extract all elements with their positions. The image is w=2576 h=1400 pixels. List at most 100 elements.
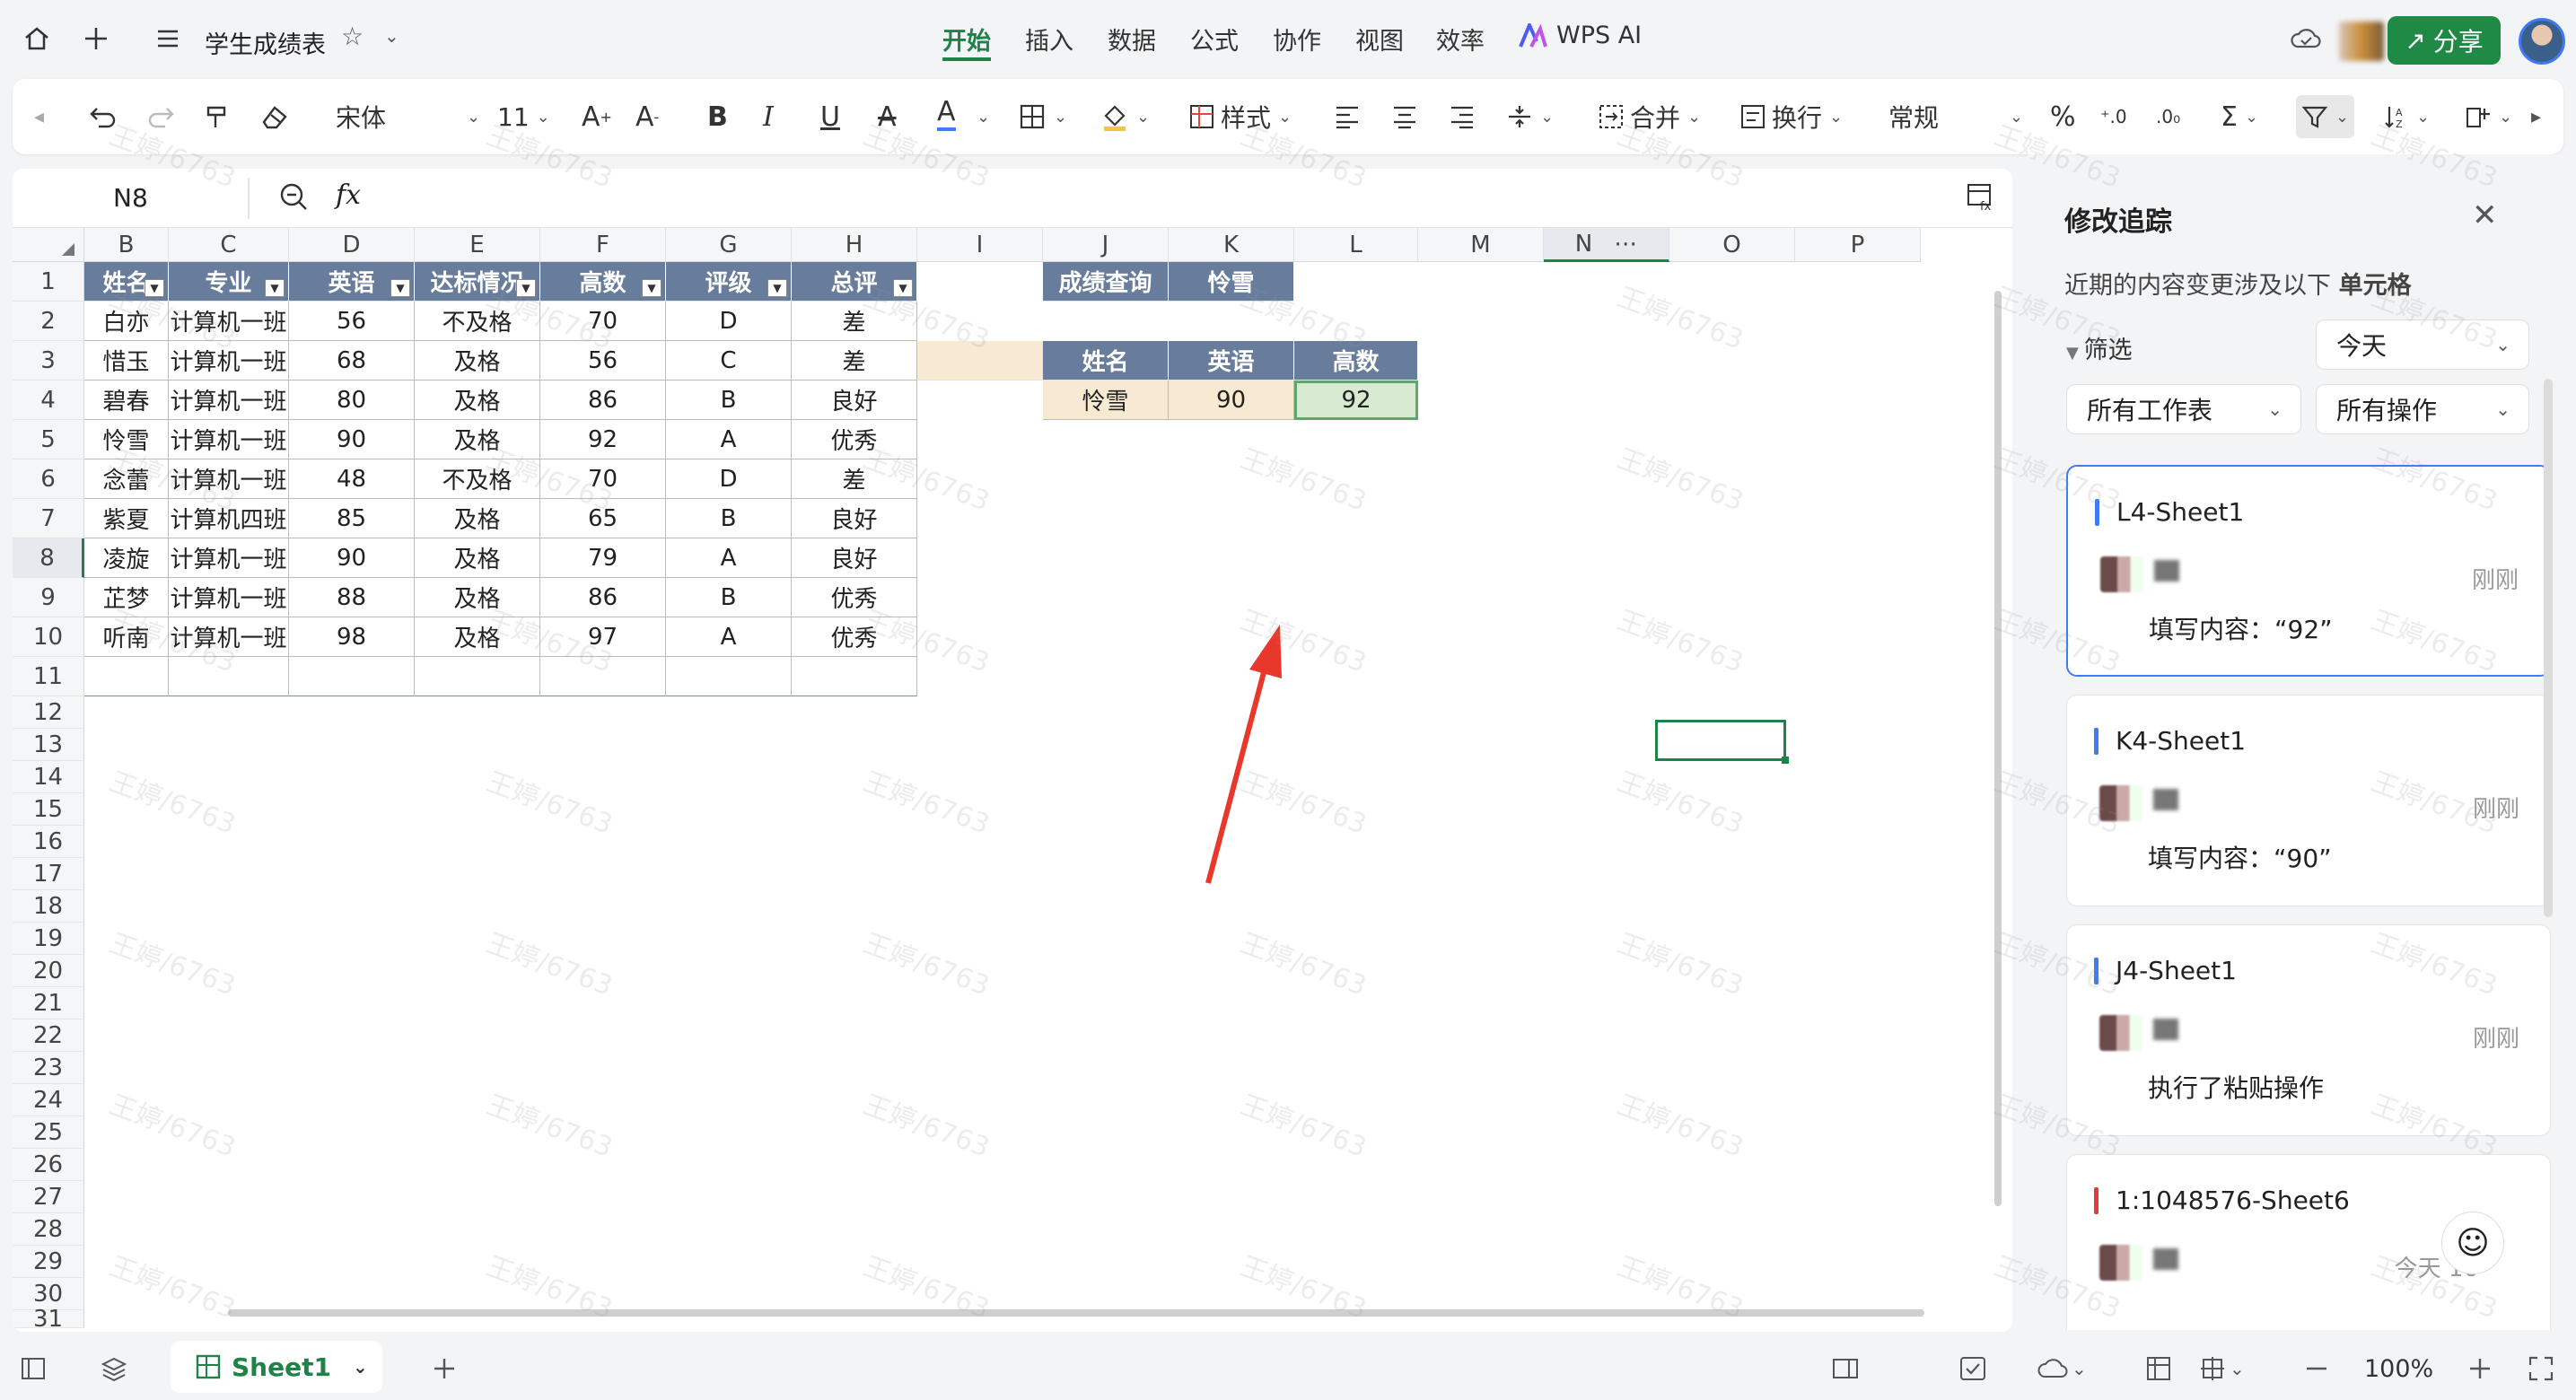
column-header-b[interactable]: B — [84, 228, 169, 262]
cell-reference-box[interactable]: N8 — [113, 183, 148, 213]
table-header-cell[interactable]: 总评 ▼ — [792, 262, 917, 302]
table-cell[interactable]: 差 — [792, 341, 917, 381]
table-cell[interactable] — [540, 657, 666, 696]
table-cell[interactable]: 计算机四班 — [169, 499, 289, 538]
table-cell[interactable]: 及格 — [415, 420, 540, 459]
row-header-23[interactable]: 23 — [13, 1052, 84, 1084]
eraser-icon[interactable] — [258, 95, 289, 138]
table-cell[interactable]: 计算机一班 — [169, 578, 289, 617]
table-cell[interactable]: 70 — [540, 302, 666, 341]
table-header-cell[interactable]: 专业 ▼ — [169, 262, 289, 302]
font-family-select[interactable]: 宋体 ⌄ — [336, 95, 480, 138]
filter-dropdown-icon[interactable]: ▼ — [265, 279, 285, 297]
row-header-13[interactable]: 13 — [13, 729, 84, 761]
column-header-m[interactable]: M — [1418, 228, 1544, 262]
menu-view[interactable]: 视图 — [1355, 22, 1404, 57]
table-cell[interactable]: D — [666, 302, 792, 341]
sheet-filter-select[interactable]: 所有工作表 ⌄ — [2066, 384, 2301, 434]
table-cell[interactable]: 凌旋 — [84, 538, 169, 578]
column-menu-icon[interactable]: ⋯ — [1614, 231, 1637, 258]
row-header-11[interactable]: 11 — [13, 657, 84, 696]
row-header-26[interactable]: 26 — [13, 1149, 84, 1181]
column-header-i[interactable]: I — [917, 228, 1043, 262]
column-header-e[interactable]: E — [415, 228, 540, 262]
table-cell[interactable]: A — [666, 538, 792, 578]
decrease-decimal-icon[interactable]: .0₀ — [2156, 95, 2180, 138]
table-cell[interactable]: 良好 — [792, 538, 917, 578]
cell-grid[interactable]: B C D E F G H I J K L M N ⋯ O P 1 2 3 4 5 6 7 8 9 10 11 12 13 14 15 16… — [13, 228, 2012, 1332]
align-right-icon[interactable] — [1449, 95, 1476, 138]
table-cell[interactable]: B — [666, 381, 792, 420]
sheet-tab-sheet1[interactable]: Sheet1 ⌄ — [171, 1341, 382, 1393]
table-cell[interactable]: 及格 — [415, 499, 540, 538]
table-cell[interactable]: 85 — [289, 499, 415, 538]
table-cell[interactable]: A — [666, 420, 792, 459]
filter-dropdown-icon[interactable]: ▼ — [642, 279, 662, 297]
format-painter-icon[interactable] — [203, 95, 233, 138]
change-card[interactable]: L4-Sheet1 刚刚 填写内容：“92” — [2066, 465, 2551, 677]
table-cell[interactable]: 及格 — [415, 341, 540, 381]
table-cell[interactable]: 计算机一班 — [169, 617, 289, 657]
menu-home[interactable]: 开始 — [942, 22, 991, 57]
select-all-corner[interactable] — [13, 228, 84, 262]
table-cell[interactable] — [666, 657, 792, 696]
table-cell[interactable]: 计算机一班 — [169, 341, 289, 381]
query-header-cell[interactable]: 英语 — [1169, 341, 1294, 381]
function-icon[interactable]: fx — [336, 179, 361, 211]
vertical-align-icon[interactable]: ⌄ — [1506, 95, 1554, 138]
row-header-12[interactable]: 12 — [13, 696, 84, 729]
page-layout-icon[interactable] — [2145, 1348, 2172, 1389]
row-header-14[interactable]: 14 — [13, 761, 84, 793]
close-icon[interactable]: ✕ — [2472, 197, 2498, 233]
selected-cell-n8[interactable] — [1655, 720, 1789, 764]
query-result-cell[interactable]: 90 — [1169, 381, 1294, 420]
filter-icon[interactable]: ⌄ — [2296, 95, 2355, 138]
add-sheet-icon[interactable] — [431, 1348, 458, 1389]
sum-icon[interactable]: Σ ⌄ — [2221, 95, 2258, 138]
table-cell[interactable]: 80 — [289, 381, 415, 420]
filter-dropdown-icon[interactable]: ▼ — [145, 279, 164, 297]
font-size-select[interactable]: 11 ⌄ — [497, 95, 550, 138]
panel-scrollbar[interactable] — [2544, 379, 2553, 917]
table-cell[interactable]: 86 — [540, 578, 666, 617]
table-cell[interactable] — [169, 657, 289, 696]
row-header-17[interactable]: 17 — [13, 858, 84, 890]
table-cell[interactable]: 79 — [540, 538, 666, 578]
table-cell[interactable]: 98 — [289, 617, 415, 657]
home-icon[interactable] — [16, 18, 57, 59]
zoom-lookup-icon[interactable] — [278, 181, 309, 215]
align-center-icon[interactable] — [1391, 95, 1418, 138]
row-header-6[interactable]: 6 — [13, 459, 84, 499]
table-header-cell[interactable]: 达标情况 ▼ — [415, 262, 540, 302]
number-format-select[interactable]: 常规 ⌄ — [1888, 95, 2023, 138]
table-cell[interactable]: 听南 — [84, 617, 169, 657]
filter-dropdown-icon[interactable]: ▼ — [516, 279, 536, 297]
cloud-share-icon[interactable]: ⌄ — [2037, 1348, 2087, 1389]
column-header-n[interactable]: N ⋯ — [1544, 228, 1669, 262]
row-header-2[interactable]: 2 — [13, 302, 84, 341]
table-header-cell[interactable]: 高数 ▼ — [540, 262, 666, 302]
row-header-8[interactable]: 8 — [13, 538, 84, 578]
increase-font-icon[interactable]: A + — [582, 95, 612, 138]
cell-i3[interactable] — [917, 341, 1043, 381]
row-header-19[interactable]: 19 — [13, 923, 84, 955]
menu-icon[interactable] — [147, 18, 188, 59]
table-cell[interactable]: 怜雪 — [84, 420, 169, 459]
row-header-25[interactable]: 25 — [13, 1116, 84, 1149]
column-header-d[interactable]: D — [289, 228, 415, 262]
date-filter-select[interactable]: 今天 ⌄ — [2316, 319, 2529, 370]
table-cell[interactable]: 及格 — [415, 538, 540, 578]
undo-icon[interactable] — [88, 95, 118, 138]
column-header-o[interactable]: O — [1669, 228, 1795, 262]
menu-data[interactable]: 数据 — [1108, 22, 1156, 57]
row-header-22[interactable]: 22 — [13, 1019, 84, 1052]
table-cell[interactable]: 68 — [289, 341, 415, 381]
table-cell[interactable]: 差 — [792, 459, 917, 499]
table-cell[interactable]: 97 — [540, 617, 666, 657]
query-label-cell[interactable]: 成绩查询 — [1043, 262, 1169, 302]
column-header-c[interactable]: C — [169, 228, 289, 262]
share-button[interactable]: ↗ 分享 — [2388, 16, 2501, 65]
font-color-icon[interactable]: A — [937, 95, 956, 131]
table-cell[interactable]: 优秀 — [792, 578, 917, 617]
column-header-f[interactable]: F — [540, 228, 666, 262]
